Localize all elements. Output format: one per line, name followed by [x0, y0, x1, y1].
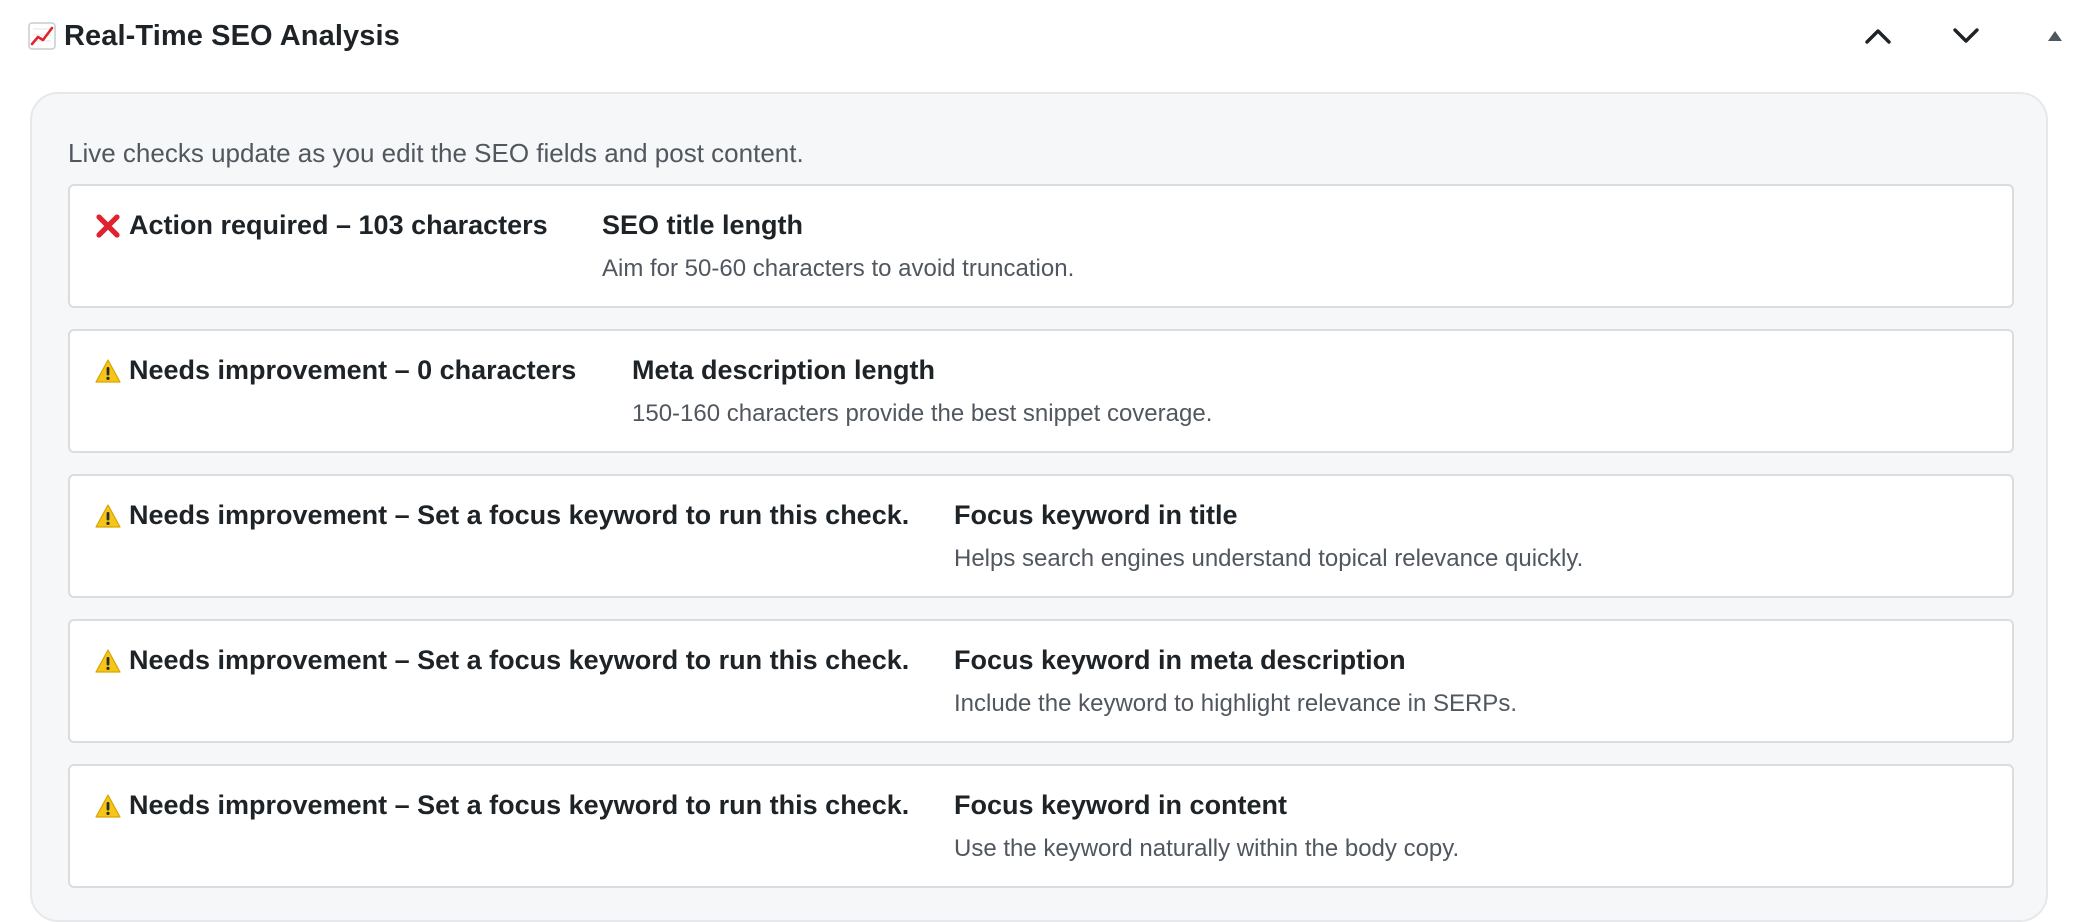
check-title: Focus keyword in title [954, 500, 1238, 530]
warning-icon [95, 793, 121, 818]
cross-mark-icon [96, 213, 120, 238]
chevron-down-icon [1953, 28, 1979, 43]
check-status-label: Needs improvement – Set a focus keyword … [129, 790, 910, 820]
check-title: SEO title length [602, 210, 804, 240]
check-status: Needs improvement – Set a focus keyword … [94, 790, 909, 821]
check-title: Meta description length [632, 355, 936, 385]
metabox-header: Real-Time SEO Analysis [0, 0, 2080, 72]
check-description: Use the keyword naturally within the bod… [954, 835, 1460, 862]
chevron-up-icon [1865, 29, 1891, 44]
check-title: Focus keyword in content [954, 790, 1288, 820]
check-focus-keyword-in-meta-description: Needs improvement – Set a focus keyword … [68, 619, 2014, 743]
chart-increasing-icon [28, 22, 56, 50]
check-description: 150-160 characters provide the best snip… [632, 400, 1213, 427]
check-focus-keyword-in-title: Needs improvement – Set a focus keyword … [68, 474, 2014, 598]
move-down-button[interactable] [1942, 14, 1990, 58]
warning-icon [95, 503, 121, 528]
check-status: Needs improvement – 0 characters [94, 355, 576, 386]
move-up-button[interactable] [1854, 14, 1902, 58]
check-description: Aim for 50-60 characters to avoid trunca… [602, 255, 1075, 282]
warning-icon [95, 358, 121, 383]
metabox-title-wrap: Real-Time SEO Analysis [28, 14, 400, 58]
check-title: Focus keyword in meta description [954, 645, 1406, 675]
check-status: Action required – 103 characters [94, 210, 548, 241]
toggle-panel-button[interactable] [2040, 14, 2070, 58]
check-focus-keyword-in-content: Needs improvement – Set a focus keyword … [68, 764, 2014, 888]
check-status: Needs improvement – Set a focus keyword … [94, 500, 909, 531]
check-status-label: Needs improvement – Set a focus keyword … [129, 500, 910, 530]
check-meta-description-length: Needs improvement – 0 characters Meta de… [68, 329, 2014, 453]
check-description: Helps search engines understand topical … [954, 545, 1584, 572]
warning-icon [95, 648, 121, 673]
check-description: Include the keyword to highlight relevan… [954, 690, 1517, 717]
check-status-label: Needs improvement – 0 characters [129, 355, 577, 385]
check-status: Needs improvement – Set a focus keyword … [94, 645, 909, 676]
check-status-label: Action required – 103 characters [129, 210, 548, 240]
metabox-title: Real-Time SEO Analysis [64, 19, 400, 52]
check-status-label: Needs improvement – Set a focus keyword … [129, 645, 910, 675]
check-seo-title-length: Action required – 103 characters SEO tit… [68, 184, 2014, 308]
triangle-up-icon [2048, 31, 2062, 41]
panel-intro-text: Live checks update as you edit the SEO f… [68, 138, 804, 168]
seo-analysis-panel: Live checks update as you edit the SEO f… [30, 92, 2048, 922]
